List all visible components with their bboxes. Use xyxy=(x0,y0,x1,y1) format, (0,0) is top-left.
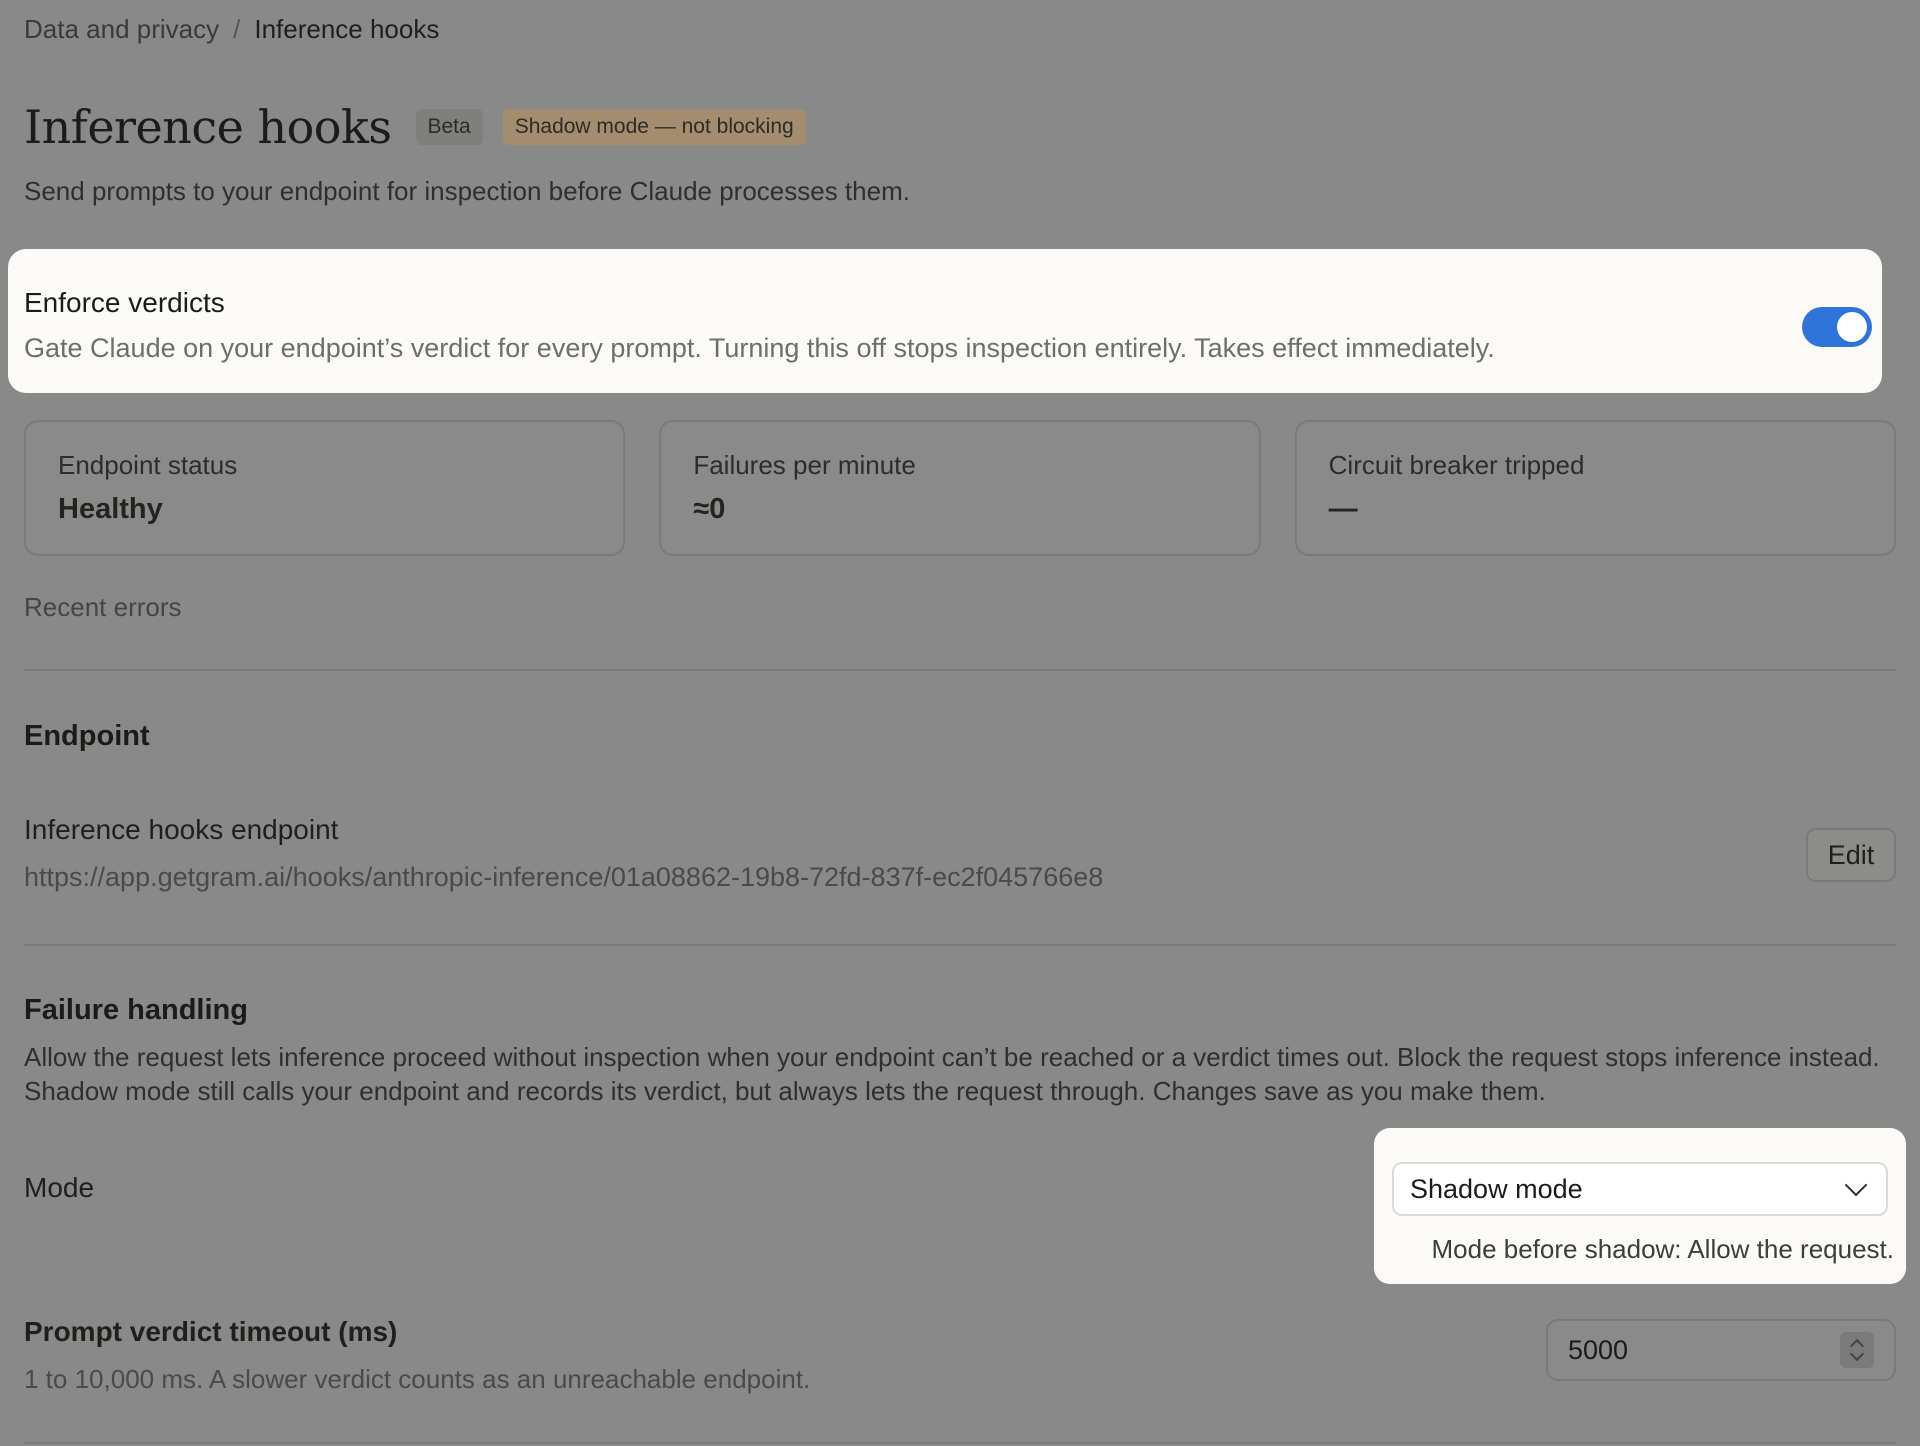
page-subtitle: Send prompts to your endpoint for inspec… xyxy=(24,176,910,206)
mode-label: Mode xyxy=(24,1172,95,1203)
mode-select-value: Shadow mode xyxy=(1410,1173,1583,1204)
stat-label: Endpoint status xyxy=(58,450,238,480)
endpoint-section-heading: Endpoint xyxy=(24,720,150,752)
stat-value: — xyxy=(1328,493,1358,525)
stat-value: Healthy xyxy=(58,493,163,525)
section-divider xyxy=(24,1442,1896,1444)
breadcrumb-current: Inference hooks xyxy=(254,14,440,44)
number-stepper[interactable] xyxy=(1840,1332,1874,1368)
section-divider xyxy=(24,669,1896,671)
failure-handling-heading: Failure handling xyxy=(24,994,248,1026)
stat-card-failures-per-minute: Failures per minute ≈0 xyxy=(659,420,1261,556)
mode-hint: Mode before shadow: Allow the request. xyxy=(1431,1234,1894,1264)
enforce-verdicts-toggle[interactable] xyxy=(1802,307,1872,347)
mode-select[interactable]: Shadow mode xyxy=(1392,1162,1888,1216)
stat-value: ≈0 xyxy=(693,493,726,525)
enforce-verdicts-description: Gate Claude on your endpoint’s verdict f… xyxy=(24,333,1495,363)
timeout-label: Prompt verdict timeout (ms) xyxy=(24,1316,398,1347)
title-row: Inference hooks Beta Shadow mode — not b… xyxy=(24,100,806,154)
section-divider xyxy=(24,944,1896,946)
timeout-input[interactable]: 5000 xyxy=(1546,1319,1896,1381)
beta-badge: Beta xyxy=(415,109,483,145)
stat-card-circuit-breaker: Circuit breaker tripped — xyxy=(1294,420,1896,556)
stat-label: Circuit breaker tripped xyxy=(1328,450,1585,480)
endpoint-url: https://app.getgram.ai/hooks/anthropic-i… xyxy=(24,862,1104,892)
mode-card: Shadow mode Mode before shadow: Allow th… xyxy=(1374,1128,1906,1284)
breadcrumb-parent-link[interactable]: Data and privacy xyxy=(24,14,219,45)
stat-label: Failures per minute xyxy=(693,450,916,480)
recent-errors-label: Recent errors xyxy=(24,592,182,622)
failure-handling-description: Allow the request lets inference proceed… xyxy=(24,1042,1880,1106)
page-title: Inference hooks xyxy=(24,100,392,154)
edit-endpoint-button[interactable]: Edit xyxy=(1806,828,1896,882)
enforce-verdicts-card: Enforce verdicts Gate Claude on your end… xyxy=(8,249,1882,393)
timeout-help: 1 to 10,000 ms. A slower verdict counts … xyxy=(24,1364,811,1394)
toggle-knob xyxy=(1837,312,1867,342)
breadcrumb-separator: / xyxy=(233,14,241,44)
breadcrumb: Data and privacy / Inference hooks xyxy=(24,14,439,45)
endpoint-field-label: Inference hooks endpoint xyxy=(24,814,339,845)
enforce-verdicts-title: Enforce verdicts xyxy=(24,287,225,318)
stats-row: Endpoint status Healthy Failures per min… xyxy=(24,420,1896,556)
shadow-mode-badge: Shadow mode — not blocking xyxy=(502,109,806,145)
timeout-value: 5000 xyxy=(1568,1334,1629,1365)
chevron-down-icon xyxy=(1844,1173,1868,1197)
stat-card-endpoint-status: Endpoint status Healthy xyxy=(24,420,626,556)
